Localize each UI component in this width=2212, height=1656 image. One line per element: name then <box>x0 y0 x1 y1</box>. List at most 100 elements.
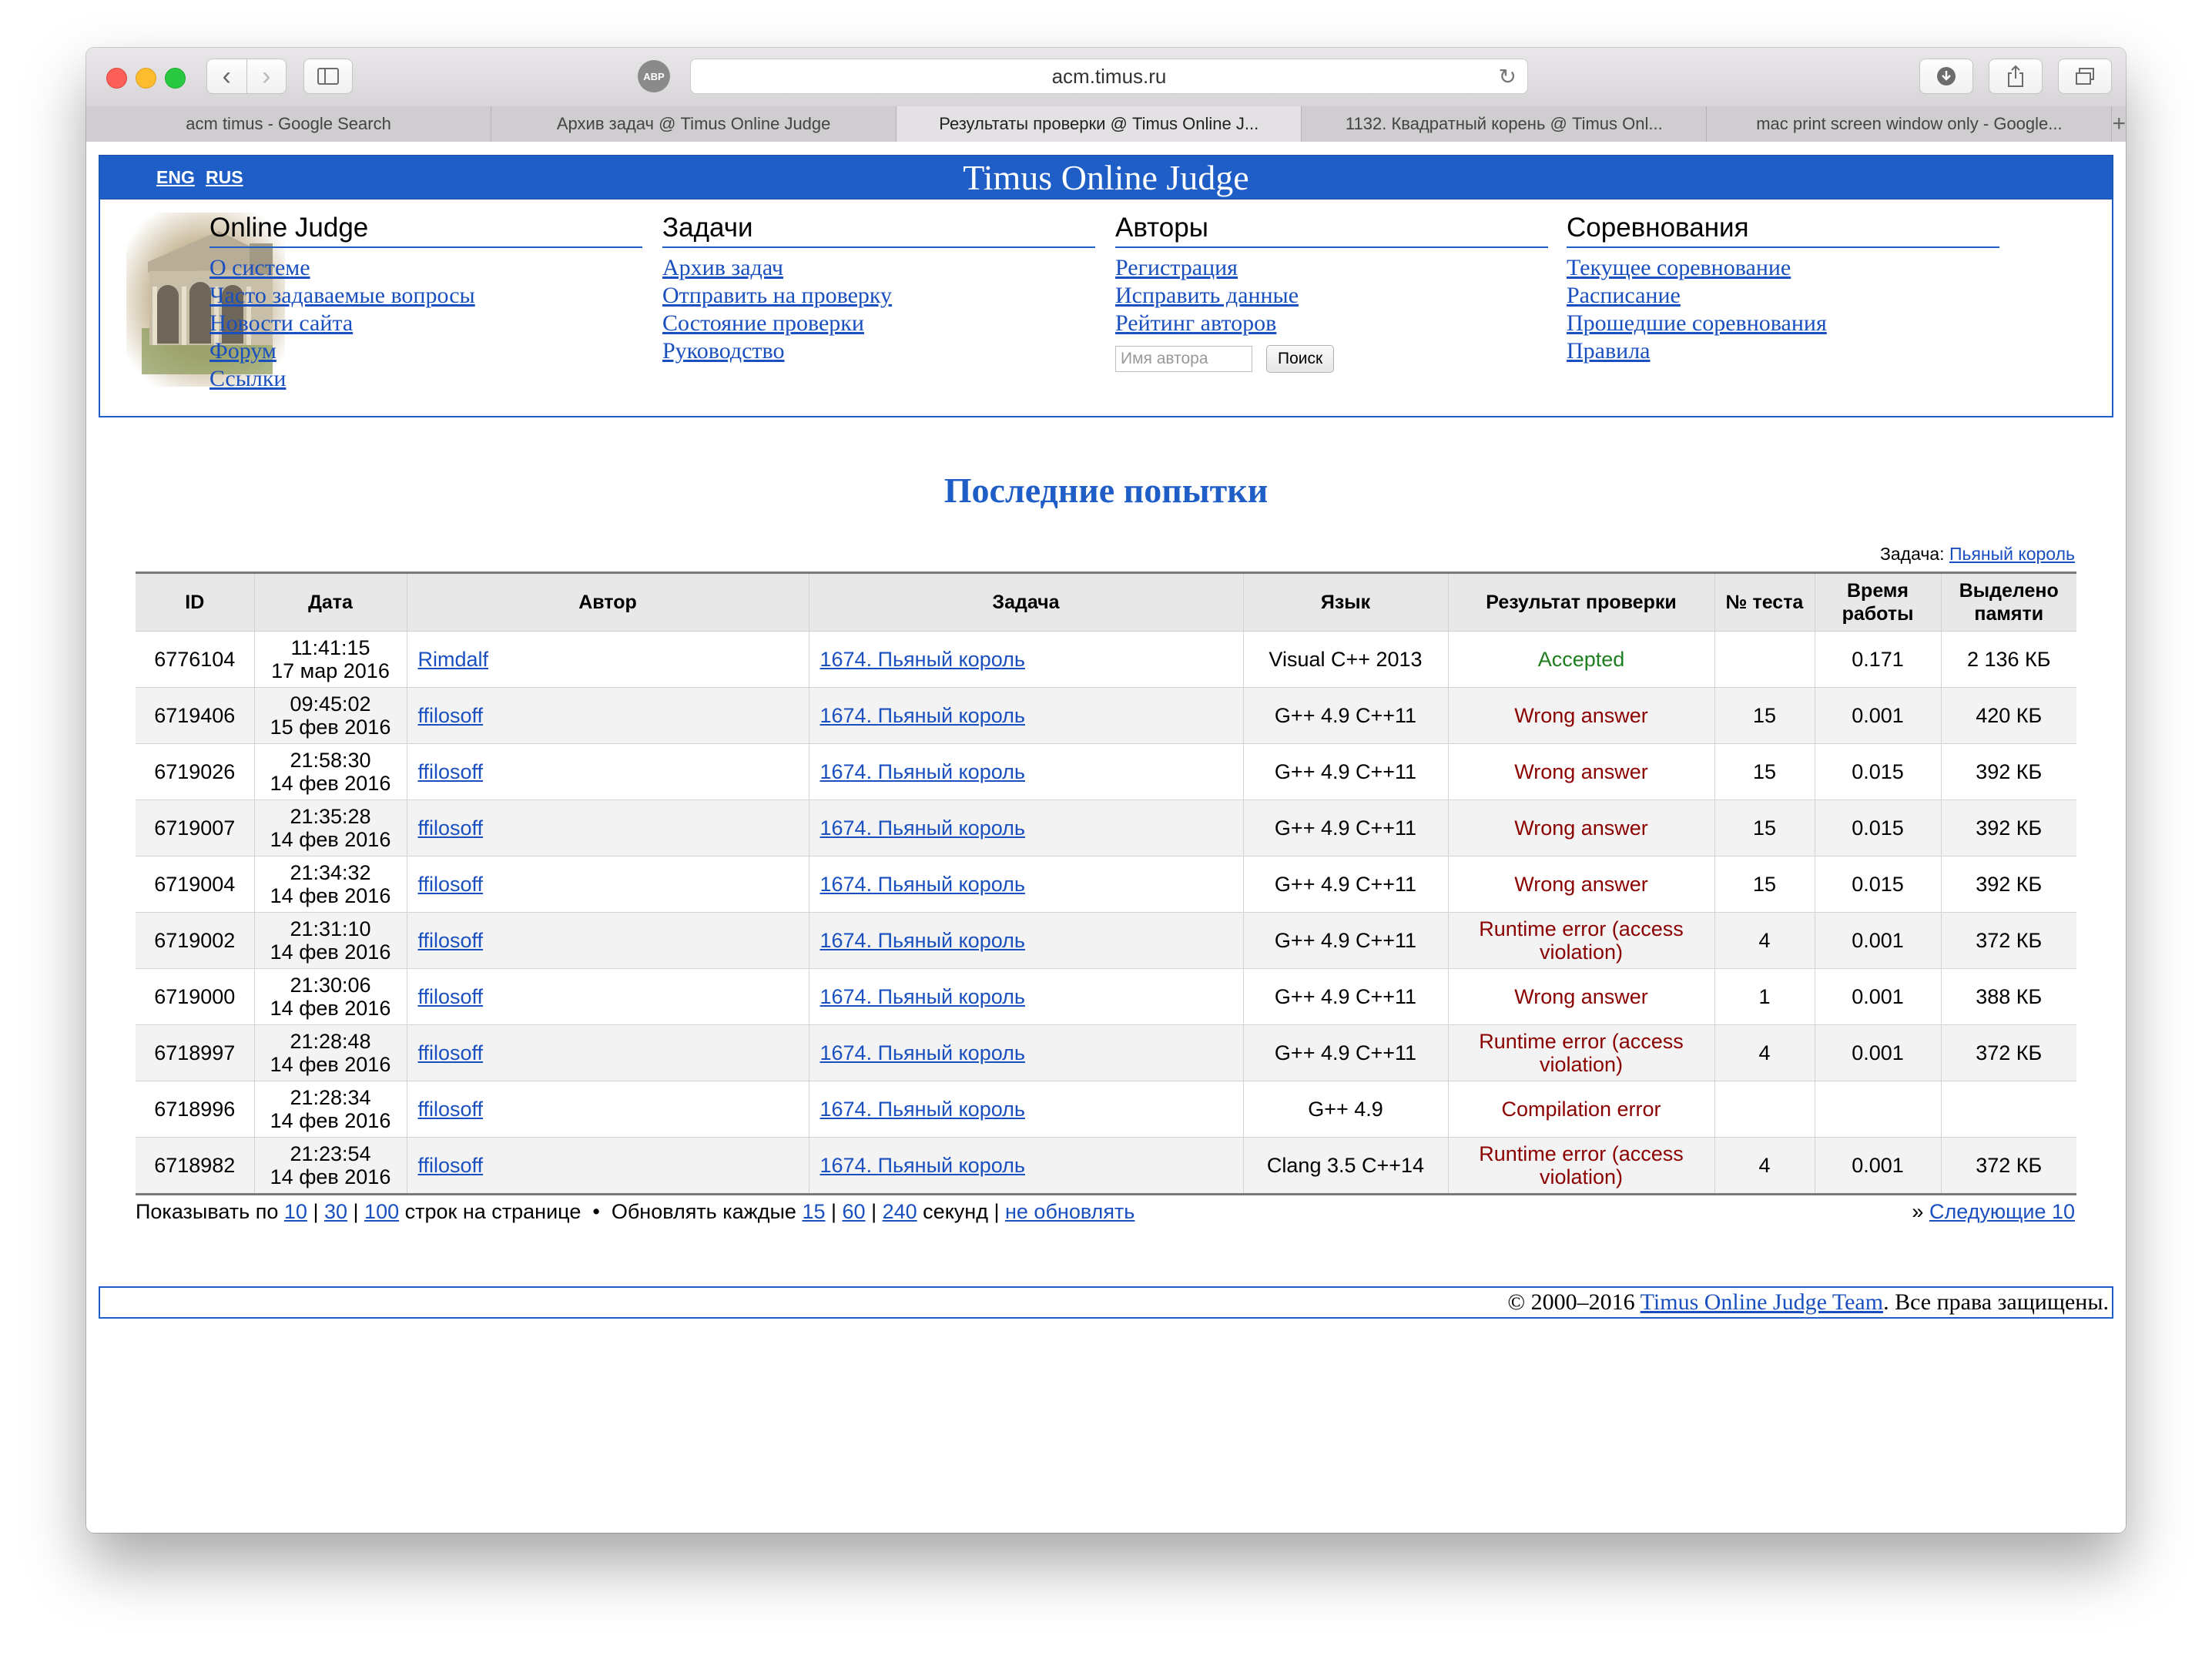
share-button[interactable] <box>1989 59 2043 94</box>
menu-link-ranklist[interactable]: Рейтинг авторов <box>1115 310 1548 337</box>
problem-link[interactable]: 1674. Пьяный король <box>820 985 1025 1008</box>
submission-test: 4 <box>1714 912 1815 969</box>
menu-link-status[interactable]: Состояние проверки <box>662 310 1095 337</box>
submission-memory: 2 136 КБ <box>1940 631 2076 688</box>
author-link[interactable]: ffilosoff <box>418 816 484 840</box>
problem-link[interactable]: 1674. Пьяный король <box>820 1041 1025 1064</box>
submission-author: ffilosoff <box>406 856 809 913</box>
submission-problem: 1674. Пьяный король <box>808 1024 1243 1081</box>
problem-link[interactable]: 1674. Пьяный король <box>820 1098 1025 1121</box>
problem-link[interactable]: 1674. Пьяный король <box>820 873 1025 896</box>
submission-time: 21:58:30 <box>290 749 371 772</box>
menu-column-contests: Соревнования Текущее соревнование Распис… <box>1567 213 1999 365</box>
problem-link[interactable]: 1674. Пьяный король <box>820 648 1025 671</box>
submission-author: ffilosoff <box>406 800 809 856</box>
tab-google-search[interactable]: acm timus - Google Search <box>86 106 492 142</box>
page-size-10-link[interactable]: 10 <box>284 1200 307 1223</box>
menu-link-rules[interactable]: Правила <box>1567 337 1999 365</box>
author-link[interactable]: ffilosoff <box>418 873 484 896</box>
submission-day: 14 фев 2016 <box>270 1109 391 1132</box>
refresh-15-link[interactable]: 15 <box>802 1200 825 1223</box>
address-bar[interactable]: acm.timus.ru ↻ <box>690 59 1528 94</box>
page-size-100-link[interactable]: 100 <box>364 1200 399 1223</box>
menu-link-submit[interactable]: Отправить на проверку <box>662 282 1095 310</box>
submission-id: 6719406 <box>136 687 254 744</box>
no-refresh-link[interactable]: не обновлять <box>1005 1200 1134 1223</box>
new-tab-button[interactable]: + <box>2112 106 2126 142</box>
submission-runtime: 0.015 <box>1814 800 1941 856</box>
problem-link[interactable]: 1674. Пьяный король <box>820 1154 1025 1177</box>
author-link[interactable]: ffilosoff <box>418 760 484 783</box>
page-size-30-link[interactable]: 30 <box>324 1200 347 1223</box>
author-link[interactable]: ffilosoff <box>418 1041 484 1064</box>
menu-link-news[interactable]: Новости сайта <box>209 310 642 337</box>
problem-link[interactable]: 1674. Пьяный король <box>820 816 1025 840</box>
submission-memory: 388 КБ <box>1940 968 2076 1025</box>
tab-results[interactable]: Результаты проверки @ Timus Online J... <box>897 106 1302 142</box>
author-search-input[interactable]: Имя автора <box>1115 346 1252 372</box>
menu-link-links[interactable]: Ссылки <box>209 365 642 393</box>
submission-id: 6718996 <box>136 1081 254 1138</box>
tab-problem-1132[interactable]: 1132. Квадратный корень @ Timus Onl... <box>1302 106 1708 142</box>
author-link[interactable]: ffilosoff <box>418 929 484 952</box>
submission-language: G++ 4.9 C++11 <box>1242 912 1448 969</box>
refresh-60-link[interactable]: 60 <box>843 1200 866 1223</box>
refresh-240-link[interactable]: 240 <box>883 1200 917 1223</box>
menu-link-archive[interactable]: Архив задач <box>662 254 1095 282</box>
menu-link-edit-profile[interactable]: Исправить данные <box>1115 282 1548 310</box>
tab-problem-archive[interactable]: Архив задач @ Timus Online Judge <box>491 106 897 142</box>
adblock-icon[interactable]: ABP <box>638 60 670 92</box>
menu-link-register[interactable]: Регистрация <box>1115 254 1548 282</box>
author-search-button[interactable]: Поиск <box>1266 345 1335 373</box>
zoom-window-button[interactable] <box>165 68 186 89</box>
page-content: ENG RUS Timus Online Judge Online Judge … <box>86 142 2126 1533</box>
filter-problem-link[interactable]: Пьяный король <box>1949 544 2075 564</box>
submission-language: G++ 4.9 C++11 <box>1242 687 1448 744</box>
menu-link-past-contests[interactable]: Прошедшие соревнования <box>1567 310 1999 337</box>
downloads-button[interactable] <box>1919 59 1973 94</box>
author-link[interactable]: ffilosoff <box>418 704 484 727</box>
table-row: 6719004 21:34:32 14 фев 2016 ffilosoff 1674.… <box>136 856 2076 913</box>
sidebar-toggle-button[interactable] <box>303 59 353 94</box>
author-link[interactable]: ffilosoff <box>418 1098 484 1121</box>
submission-author: ffilosoff <box>406 687 809 744</box>
menu-link-about[interactable]: О системе <box>209 254 642 282</box>
team-link[interactable]: Timus Online Judge Team <box>1641 1289 1883 1315</box>
problem-link[interactable]: 1674. Пьяный король <box>820 760 1025 783</box>
author-link[interactable]: Rimdalf <box>418 648 489 671</box>
submission-language: G++ 4.9 C++11 <box>1242 1024 1448 1081</box>
separator-bullet: • <box>592 1200 600 1223</box>
forward-button[interactable]: › <box>246 59 286 93</box>
submission-language: G++ 4.9 <box>1242 1081 1448 1138</box>
menu-link-schedule[interactable]: Расписание <box>1567 282 1999 310</box>
share-icon <box>2008 65 2023 87</box>
column-header-problem: Задача <box>808 572 1243 632</box>
menu-link-current-contest[interactable]: Текущее соревнование <box>1567 254 1999 282</box>
author-link[interactable]: ffilosoff <box>418 985 484 1008</box>
table-row: 6718997 21:28:48 14 фев 2016 ffilosoff 1674.… <box>136 1024 2076 1081</box>
table-row: 6776104 11:41:15 17 мар 2016 Rimdalf 1674. П… <box>136 631 2076 688</box>
column-header-id: ID <box>136 572 254 632</box>
reload-icon[interactable]: ↻ <box>1499 64 1517 89</box>
browser-window: ‹ › ABP acm.timus.ru ↻ acm timus - Googl… <box>86 48 2126 1533</box>
menu-link-forum[interactable]: Форум <box>209 337 642 365</box>
submission-test: 4 <box>1714 1024 1815 1081</box>
tab-mac-print-screen[interactable]: mac print screen window only - Google... <box>1707 106 2113 142</box>
next-page-link[interactable]: Следующие 10 <box>1929 1200 2075 1223</box>
submission-runtime <box>1814 1081 1941 1138</box>
problem-link[interactable]: 1674. Пьяный король <box>820 929 1025 952</box>
minimize-window-button[interactable] <box>136 68 156 89</box>
site-footer: © 2000–2016 Timus Online Judge Team. Все… <box>99 1286 2113 1319</box>
submission-verdict: Wrong answer <box>1447 856 1714 913</box>
submission-author: ffilosoff <box>406 743 809 800</box>
problem-link[interactable]: 1674. Пьяный король <box>820 704 1025 727</box>
close-window-button[interactable] <box>106 68 127 89</box>
tab-overview-button[interactable] <box>2058 59 2112 94</box>
author-link[interactable]: ffilosoff <box>418 1154 484 1177</box>
submission-problem: 1674. Пьяный король <box>808 631 1243 688</box>
menu-link-guide[interactable]: Руководство <box>662 337 1095 365</box>
menu-link-faq[interactable]: Часто задаваемые вопросы <box>209 282 642 310</box>
back-button[interactable]: ‹ <box>207 59 246 93</box>
column-header-test: № теста <box>1714 572 1815 632</box>
submission-memory <box>1940 1081 2076 1138</box>
